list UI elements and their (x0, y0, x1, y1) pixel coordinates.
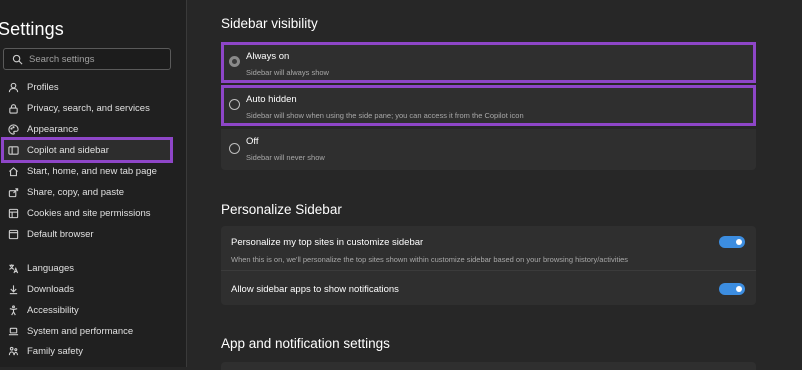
option-auto-hidden[interactable]: Auto hidden Sidebar will show when using… (221, 85, 756, 126)
sidebar-item-label: Downloads (27, 284, 74, 295)
languages-icon (3, 258, 23, 279)
home-icon (3, 161, 23, 182)
radio-button-checked[interactable] (229, 56, 240, 67)
sidebar-item-label: Default browser (27, 229, 94, 240)
app-settings-card (221, 362, 756, 370)
sidebar-item-languages[interactable]: Languages (3, 258, 171, 279)
setting-subtitle: When this is on, we'll personalize the t… (231, 255, 629, 264)
sidebar-item-label: Accessibility (27, 305, 79, 316)
profile-icon (3, 77, 23, 98)
sidebar-item-copilot-and-sidebar[interactable]: Copilot and sidebar (1, 137, 173, 163)
share-icon (3, 182, 23, 203)
section-title-sidebar-visibility: Sidebar visibility (221, 16, 318, 31)
sidebar-item-profiles[interactable]: Profiles (3, 77, 171, 98)
accessibility-icon (3, 300, 23, 321)
sidebar-item-label: System and performance (27, 326, 134, 337)
search-box[interactable] (3, 48, 171, 70)
sidebar-item-label: Share, copy, and paste (27, 187, 124, 198)
browser-icon (3, 224, 23, 245)
option-title: Off (246, 136, 259, 147)
sidebar-item-label: Start, home, and new tab page (27, 166, 157, 177)
settings-title: Settings (0, 19, 64, 39)
sidebar-item-label: Family safety (27, 346, 83, 357)
sidebar-item-label: Copilot and sidebar (27, 144, 109, 156)
sidebar-item-accessibility[interactable]: Accessibility (3, 300, 171, 321)
option-subtitle: Sidebar will always show (246, 68, 329, 77)
sidebar-item-default-browser[interactable]: Default browser (3, 224, 171, 245)
family-icon (3, 341, 23, 362)
radio-button[interactable] (229, 143, 240, 154)
sidebar-item-cookies[interactable]: Cookies and site permissions (3, 203, 171, 224)
section-title-personalize-sidebar: Personalize Sidebar (221, 202, 342, 217)
notifications-toggle[interactable] (719, 283, 745, 295)
option-subtitle: Sidebar will show when using the side pa… (246, 111, 524, 120)
sidebar-item-label: Languages (27, 263, 75, 274)
sidebar-item-privacy[interactable]: Privacy, search, and services (3, 98, 171, 119)
lock-icon (3, 98, 23, 119)
radio-button[interactable] (229, 99, 240, 110)
sidebar-item-label: Privacy, search, and services (27, 103, 150, 114)
top-sites-toggle[interactable] (719, 236, 745, 248)
download-icon (3, 279, 23, 300)
sidebar-item-share-copy-paste[interactable]: Share, copy, and paste (3, 182, 171, 203)
search-icon (7, 54, 27, 65)
option-subtitle: Sidebar will never show (246, 153, 325, 162)
sidebar-item-label: Profiles (27, 82, 59, 93)
option-always-on[interactable]: Always on Sidebar will always show (221, 42, 756, 83)
search-input[interactable] (29, 53, 159, 65)
setting-title: Allow sidebar apps to show notifications (231, 284, 399, 295)
sidebar-icon (3, 140, 23, 161)
laptop-icon (3, 321, 23, 342)
sidebar-item-system-performance[interactable]: System and performance (3, 321, 171, 342)
sidebar-item-label: Cookies and site permissions (27, 208, 151, 219)
settings-sidebar: Settings Profiles Privacy, search, and s… (0, 0, 187, 367)
option-off[interactable]: Off Sidebar will never show (221, 129, 756, 170)
option-title: Auto hidden (246, 94, 297, 105)
sidebar-item-downloads[interactable]: Downloads (3, 279, 171, 300)
cookie-icon (3, 203, 23, 224)
sidebar-item-label: Appearance (27, 124, 79, 135)
setting-personalize-top-sites: Personalize my top sites in customize si… (221, 226, 756, 270)
section-title-app-notification-settings: App and notification settings (221, 336, 390, 351)
option-title: Always on (246, 51, 290, 62)
sidebar-item-start-home[interactable]: Start, home, and new tab page (3, 161, 171, 182)
setting-title: Personalize my top sites in customize si… (231, 237, 424, 248)
setting-allow-notifications: Allow sidebar apps to show notifications (221, 271, 756, 305)
sidebar-item-family-safety[interactable]: Family safety (3, 341, 171, 362)
